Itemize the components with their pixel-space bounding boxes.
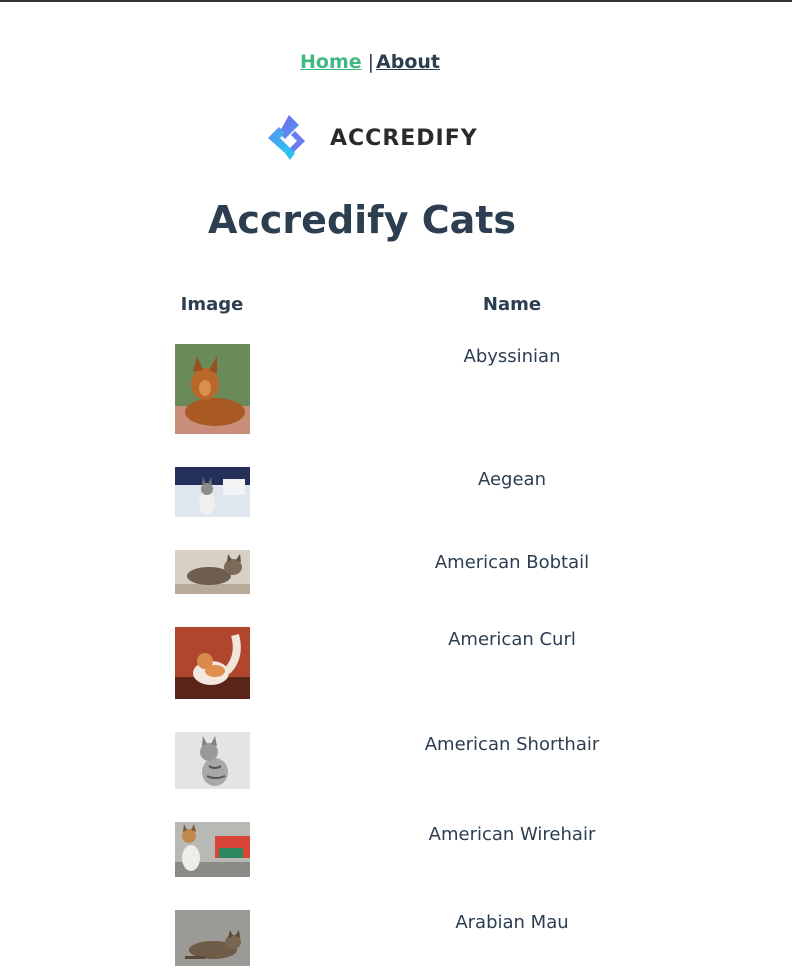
column-header-image: Image: [180, 294, 244, 315]
cat-image: [175, 822, 250, 877]
logo-wordmark: ACCREDIFY: [330, 125, 478, 151]
nav-about-link[interactable]: About: [376, 51, 440, 73]
cat-image: [175, 910, 250, 966]
cat-name: Abyssinian: [463, 346, 561, 367]
cat-name: American Shorthair: [424, 734, 600, 755]
column-header-name: Name: [482, 294, 542, 315]
cat-name: American Bobtail: [434, 552, 590, 573]
nav-home-link[interactable]: Home: [300, 51, 362, 73]
accredify-logo: ACCREDIFY: [265, 113, 478, 163]
accredify-logo-icon: [268, 115, 305, 160]
top-nav: Home | About: [300, 51, 440, 73]
cat-image: [175, 467, 250, 517]
cat-image: [175, 732, 250, 789]
cat-name: American Curl: [448, 629, 576, 650]
cat-name: Arabian Mau: [455, 912, 569, 933]
cat-image: [175, 344, 250, 434]
cat-name: American Wirehair: [428, 824, 596, 845]
cat-image: [175, 550, 250, 594]
nav-separator: |: [367, 51, 375, 73]
cat-image: [175, 627, 250, 699]
cat-name: Aegean: [477, 469, 546, 490]
page-title: Accredify Cats: [207, 198, 517, 242]
top-border: [0, 0, 792, 2]
